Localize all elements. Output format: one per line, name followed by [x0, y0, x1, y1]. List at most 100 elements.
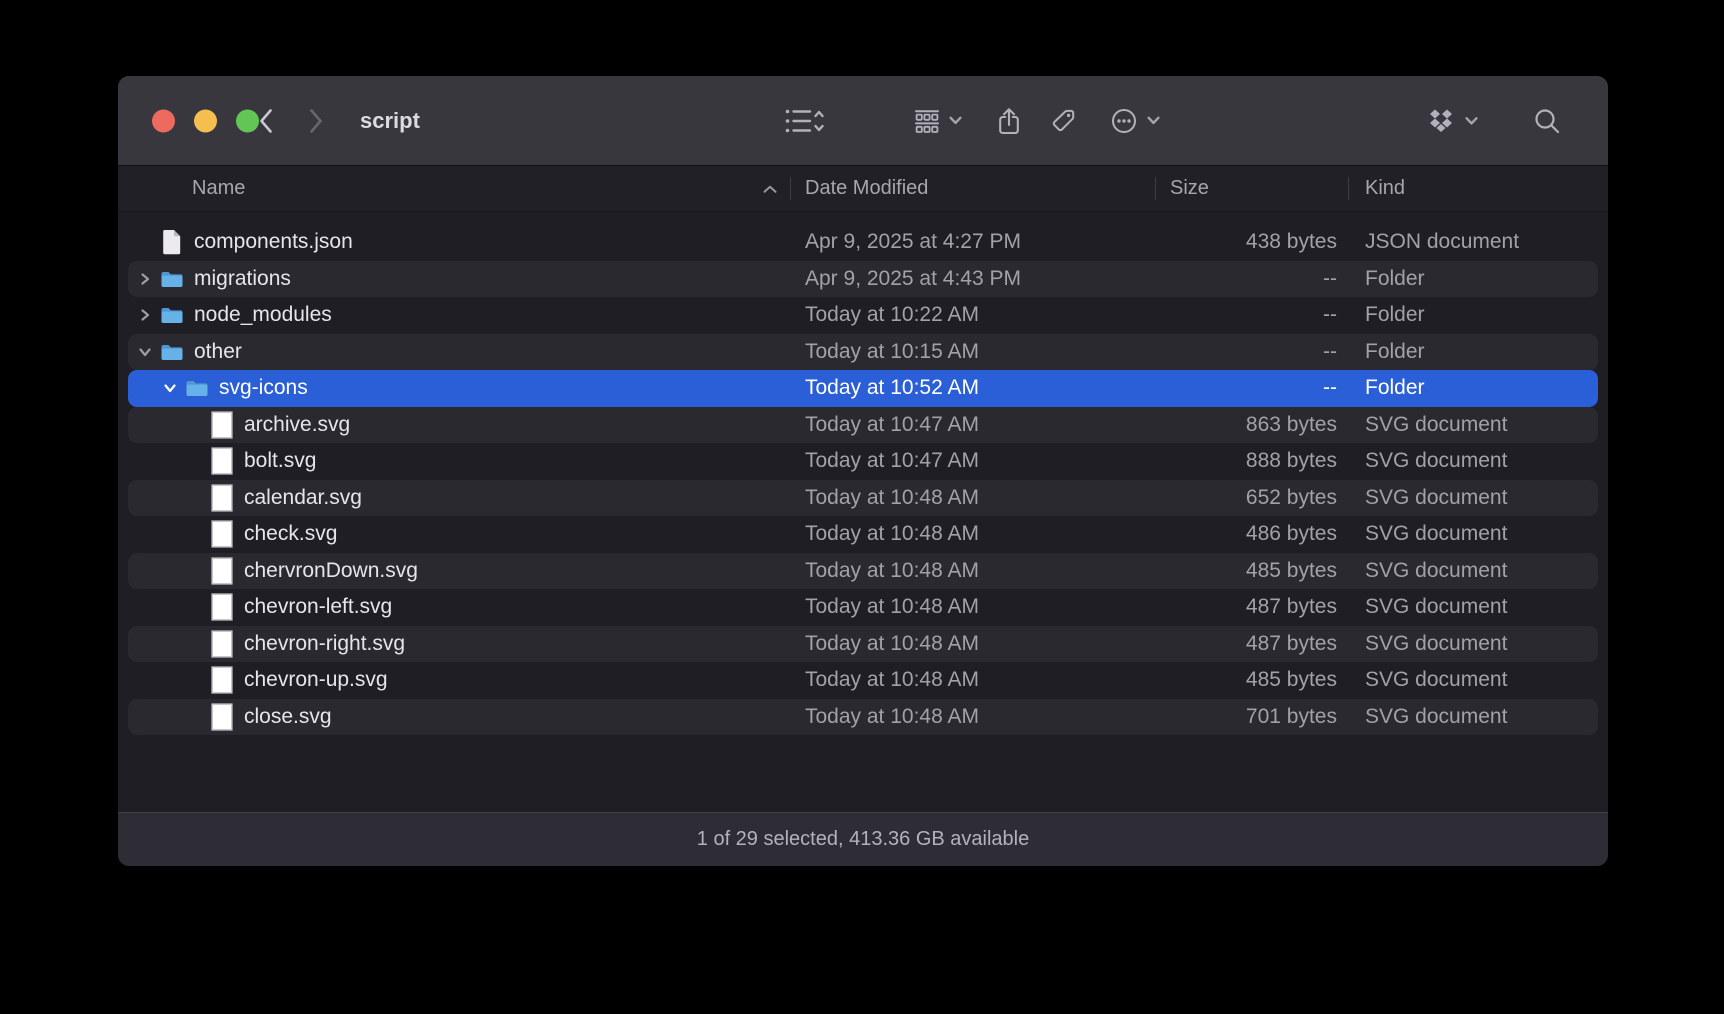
date-modified-cell: Today at 10:48 AM: [790, 632, 1155, 656]
search-icon: [1532, 106, 1562, 136]
file-name: calendar.svg: [244, 486, 362, 510]
file-row[interactable]: migrations Apr 9, 2025 at 4:43 PM -- Fol…: [128, 261, 1598, 298]
disclosure-triangle[interactable]: [182, 418, 208, 432]
folder-icon: [158, 305, 186, 325]
file-name: bolt.svg: [244, 449, 316, 473]
status-text: 1 of 29 selected, 413.36 GB available: [697, 828, 1029, 851]
disclosure-triangle[interactable]: [182, 454, 208, 468]
name-cell: chevron-left.svg: [128, 593, 790, 621]
tags-button[interactable]: [1050, 108, 1076, 134]
minimize-button[interactable]: [194, 109, 217, 132]
disclosure-triangle[interactable]: [182, 710, 208, 724]
size-cell: --: [1155, 376, 1348, 400]
window-title: script: [360, 108, 420, 134]
file-row[interactable]: other Today at 10:15 AM -- Folder: [128, 334, 1598, 371]
disclosure-triangle[interactable]: [182, 600, 208, 614]
column-header-size[interactable]: Size: [1155, 166, 1348, 211]
kind-cell: Folder: [1348, 267, 1598, 291]
svg-preview-icon: [208, 666, 236, 694]
size-cell: 485 bytes: [1155, 559, 1348, 583]
size-cell: 486 bytes: [1155, 522, 1348, 546]
file-row[interactable]: chervronDown.svg Today at 10:48 AM 485 b…: [128, 553, 1598, 590]
chevron-down-icon: [949, 116, 962, 125]
file-row[interactable]: calendar.svg Today at 10:48 AM 652 bytes…: [128, 480, 1598, 517]
more-actions-button[interactable]: [1110, 107, 1160, 135]
file-row[interactable]: close.svg Today at 10:48 AM 701 bytes SV…: [128, 699, 1598, 736]
disclosure-triangle[interactable]: [157, 381, 183, 395]
disclosure-triangle[interactable]: [182, 491, 208, 505]
column-header-name[interactable]: Name: [118, 166, 790, 211]
kind-cell: SVG document: [1348, 595, 1598, 619]
kind-cell: SVG document: [1348, 522, 1598, 546]
svg-preview-icon: [208, 484, 236, 512]
view-sort-button[interactable]: [784, 106, 824, 136]
file-row[interactable]: chevron-up.svg Today at 10:48 AM 485 byt…: [128, 662, 1598, 699]
indent-spacer: [132, 424, 182, 425]
name-cell: chervronDown.svg: [128, 557, 790, 585]
name-cell: chevron-right.svg: [128, 630, 790, 658]
disclosure-triangle[interactable]: [132, 272, 158, 286]
name-cell: archive.svg: [128, 411, 790, 439]
indent-spacer: [132, 680, 182, 681]
name-cell: other: [128, 340, 790, 364]
file-row[interactable]: bolt.svg Today at 10:47 AM 888 bytes SVG…: [128, 443, 1598, 480]
disclosure-triangle[interactable]: [182, 527, 208, 541]
tag-icon: [1050, 108, 1076, 134]
close-button[interactable]: [152, 109, 175, 132]
indent-spacer: [132, 497, 182, 498]
file-row[interactable]: node_modules Today at 10:22 AM -- Folder: [128, 297, 1598, 334]
file-name: check.svg: [244, 522, 337, 546]
group-view-button[interactable]: [914, 108, 962, 134]
zoom-button[interactable]: [236, 109, 259, 132]
name-cell: check.svg: [128, 520, 790, 548]
file-name: migrations: [194, 267, 291, 291]
file-name: svg-icons: [219, 376, 308, 400]
date-modified-cell: Today at 10:48 AM: [790, 559, 1155, 583]
search-button[interactable]: [1532, 106, 1562, 136]
date-modified-cell: Today at 10:47 AM: [790, 449, 1155, 473]
svg-preview-icon: [208, 630, 236, 658]
date-modified-cell: Today at 10:52 AM: [790, 376, 1155, 400]
disclosure-triangle[interactable]: [132, 235, 158, 249]
column-header-kind[interactable]: Kind: [1348, 166, 1608, 211]
disclosure-triangle[interactable]: [182, 673, 208, 687]
kind-cell: Folder: [1348, 303, 1598, 327]
disclosure-triangle[interactable]: [182, 637, 208, 651]
size-cell: 485 bytes: [1155, 668, 1348, 692]
disclosure-triangle[interactable]: [132, 345, 158, 359]
traffic-lights: [152, 109, 259, 132]
kind-cell: JSON document: [1348, 230, 1598, 254]
name-cell: components.json: [128, 229, 790, 255]
folder-icon: [183, 378, 211, 398]
file-list: components.json Apr 9, 2025 at 4:27 PM 4…: [118, 212, 1608, 812]
file-row[interactable]: chevron-left.svg Today at 10:48 AM 487 b…: [128, 589, 1598, 626]
date-modified-cell: Apr 9, 2025 at 4:27 PM: [790, 230, 1155, 254]
dropbox-button[interactable]: [1426, 108, 1478, 133]
forward-button[interactable]: [307, 107, 325, 135]
name-cell: migrations: [128, 267, 790, 291]
titlebar: script: [118, 76, 1608, 166]
file-row[interactable]: check.svg Today at 10:48 AM 486 bytes SV…: [128, 516, 1598, 553]
file-row[interactable]: chevron-right.svg Today at 10:48 AM 487 …: [128, 626, 1598, 663]
kind-cell: SVG document: [1348, 486, 1598, 510]
share-icon: [996, 106, 1022, 136]
disclosure-triangle[interactable]: [182, 564, 208, 578]
file-row[interactable]: archive.svg Today at 10:47 AM 863 bytes …: [128, 407, 1598, 444]
date-modified-cell: Today at 10:22 AM: [790, 303, 1155, 327]
size-cell: 888 bytes: [1155, 449, 1348, 473]
sort-ascending-icon: [762, 177, 778, 200]
chevron-down-icon: [1465, 116, 1478, 125]
finder-window: script: [118, 76, 1608, 866]
json-document-icon: [158, 229, 186, 255]
file-row[interactable]: components.json Apr 9, 2025 at 4:27 PM 4…: [128, 224, 1598, 261]
disclosure-triangle[interactable]: [132, 308, 158, 322]
svg-preview-icon: [208, 520, 236, 548]
size-cell: 863 bytes: [1155, 413, 1348, 437]
file-row[interactable]: svg-icons Today at 10:52 AM -- Folder: [128, 370, 1598, 407]
column-header-date-modified[interactable]: Date Modified: [790, 166, 1155, 211]
date-modified-cell: Today at 10:47 AM: [790, 413, 1155, 437]
svg-preview-icon: [208, 557, 236, 585]
back-button[interactable]: [257, 107, 275, 135]
share-button[interactable]: [996, 106, 1022, 136]
date-modified-cell: Today at 10:48 AM: [790, 705, 1155, 729]
